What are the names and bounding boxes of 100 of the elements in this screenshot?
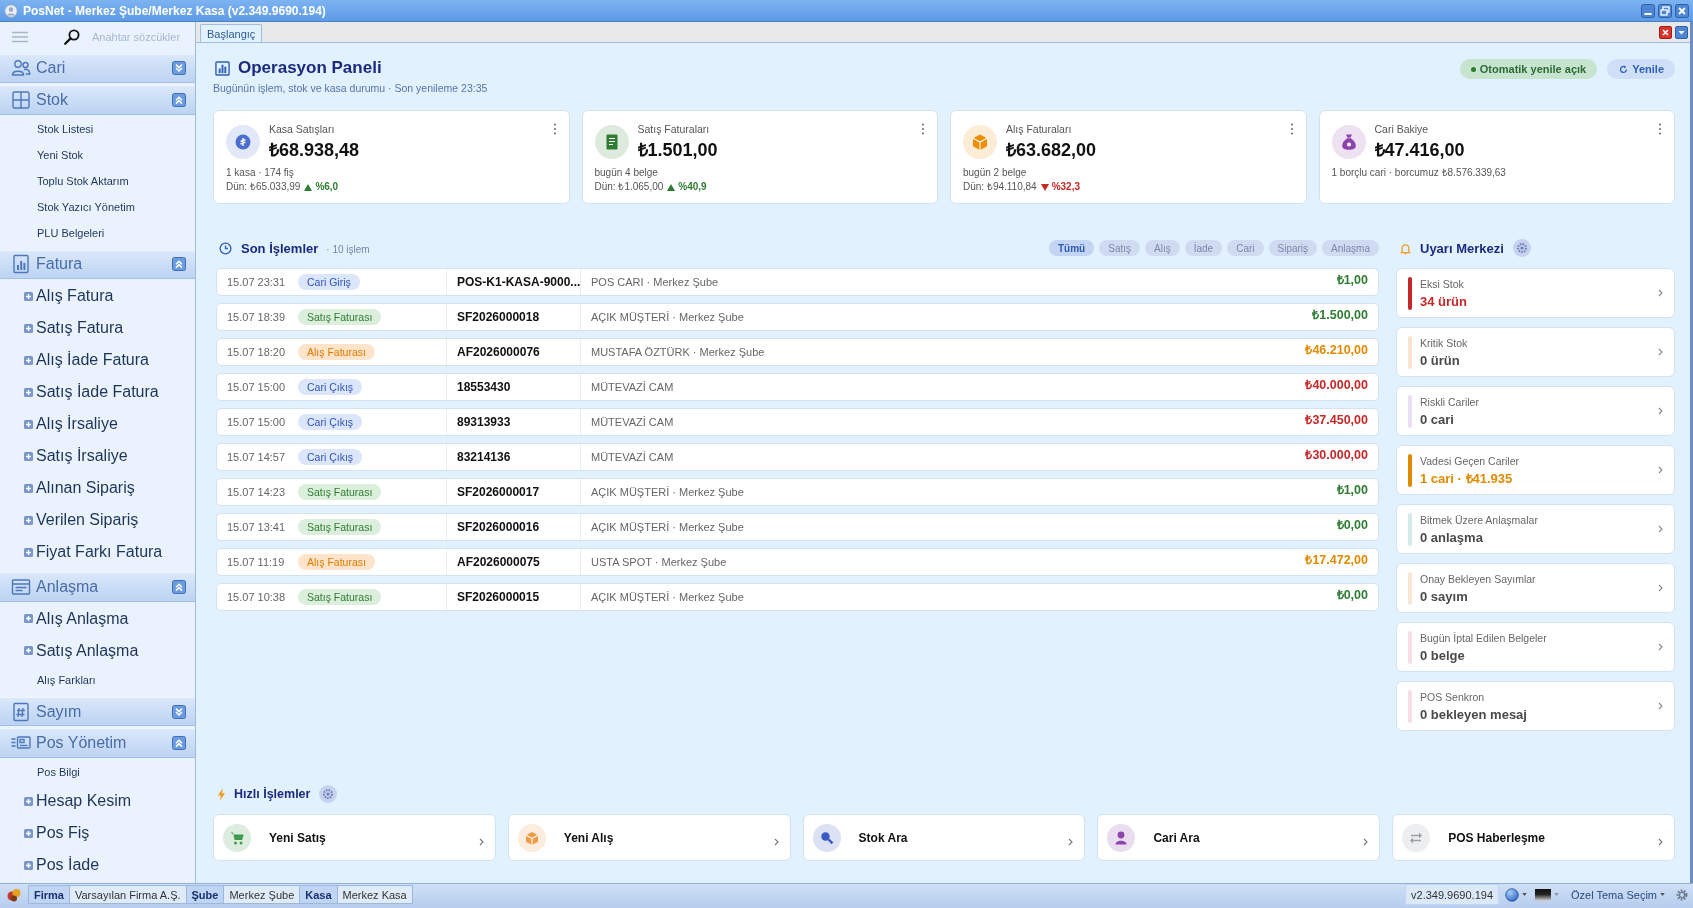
plus-icon <box>24 323 33 333</box>
status-value: Varsayılan Firma A.Ş. <box>68 885 187 904</box>
sidebar-item[interactable]: Yeni Stok <box>0 141 195 168</box>
type-tag: Alış Faturası <box>298 344 375 360</box>
sidebar-group-header[interactable]: Fatura <box>0 249 195 280</box>
document-number: SF2026000018 <box>446 304 580 330</box>
sidebar-item[interactable]: PLU Belgeleri <box>0 219 195 246</box>
sidebar-item[interactable]: Satış İade Fatura <box>0 376 195 409</box>
transaction-amount: ₺46.210,00 <box>1305 342 1368 358</box>
quick-action-button[interactable]: Stok Ara <box>802 814 1086 861</box>
transaction-time: 15.07 18:39 <box>227 311 287 323</box>
type-tag: Satış Faturası <box>298 484 382 500</box>
close-icon[interactable] <box>1659 25 1672 39</box>
status-value: Merkez Şube <box>223 885 301 904</box>
sidebar-group-header[interactable]: Sayım <box>0 696 195 727</box>
settings-icon[interactable] <box>319 785 338 803</box>
transaction-amount: ₺17.472,00 <box>1305 552 1368 568</box>
alert-title: Vadesi Geçen Cariler <box>1420 453 1520 468</box>
sidebar-item[interactable]: Pos Fiş <box>0 817 195 849</box>
more-options-icon[interactable] <box>921 123 925 135</box>
sidebar-item[interactable]: Alış Farkları <box>0 666 195 693</box>
auto-refresh-toggle[interactable]: Otomatik yenile açık <box>1459 59 1598 79</box>
chevron-right-icon[interactable] <box>1658 466 1663 474</box>
box-icon <box>963 124 997 159</box>
app-logo-icon[interactable] <box>6 886 22 903</box>
refresh-button[interactable]: Yenile <box>1607 59 1675 79</box>
document-number: POS-K1-KASA-9000... <box>446 269 580 295</box>
swatch-icon[interactable] <box>1535 888 1551 901</box>
sidebar-item[interactable]: Alış Anlaşma <box>0 602 195 635</box>
sidebar-item[interactable]: Toplu Stok Aktarım <box>0 167 195 194</box>
bar-chart-document-icon <box>11 254 31 275</box>
sidebar-item[interactable]: Alış Fatura <box>0 280 195 313</box>
caret-down-icon[interactable] <box>1522 893 1527 896</box>
sidebar-group-header[interactable]: Anlaşma <box>0 572 195 602</box>
search-field[interactable]: Anahtar sözcükler <box>90 26 190 47</box>
settings-icon[interactable] <box>1675 887 1689 902</box>
chevron-right-icon[interactable] <box>1658 643 1663 651</box>
quick-action-button[interactable]: Yeni Satış <box>213 814 496 861</box>
box-icon <box>517 823 546 852</box>
sidebar-item[interactable]: Alınan Sipariş <box>0 472 195 505</box>
coin-icon <box>226 124 260 159</box>
chevron-right-icon[interactable] <box>1658 702 1663 710</box>
chevron-right-icon[interactable] <box>1658 289 1663 297</box>
quick-action-button[interactable]: Yeni Alış <box>507 814 791 861</box>
dropdown-icon[interactable] <box>1675 25 1688 39</box>
search-icon[interactable] <box>64 28 80 45</box>
sidebar-item[interactable]: Alış İrsaliye <box>0 408 195 441</box>
stat-detail: bugün 4 belge <box>594 166 659 180</box>
sidebar-item[interactable]: Hesap Kesim <box>0 785 195 817</box>
chevron-right-icon[interactable] <box>1658 348 1663 356</box>
change-percent: %6,0 <box>315 180 339 194</box>
stat-detail: bugün 2 belge <box>963 166 1028 180</box>
alert-title: POS Senkron <box>1420 689 1486 704</box>
globe-icon[interactable] <box>1505 887 1519 902</box>
sidebar-group-header[interactable]: Stok <box>0 85 195 115</box>
quick-action-button[interactable]: POS Haberleşme <box>1392 814 1675 861</box>
restore-icon[interactable] <box>1658 3 1672 18</box>
type-tag: Cari Çıkış <box>298 379 363 395</box>
chevron-right-icon[interactable] <box>1658 584 1663 592</box>
plus-icon <box>24 614 33 624</box>
swap-arrows-icon <box>1402 823 1431 852</box>
sidebar-group-header[interactable]: Cari <box>0 53 195 84</box>
boxes-icon <box>11 89 31 110</box>
plus-icon <box>24 387 33 397</box>
sidebar-item[interactable]: Fiyat Farkı Fatura <box>0 536 195 569</box>
sidebar-group-header[interactable]: Pos Yönetim <box>0 728 195 758</box>
more-options-icon[interactable] <box>1658 123 1662 135</box>
sidebar-item[interactable]: Stok Listesi <box>0 115 195 142</box>
more-options-icon[interactable] <box>552 123 557 135</box>
plus-icon <box>24 515 33 525</box>
sidebar-item[interactable]: Satış İrsaliye <box>0 440 195 473</box>
stat-title: Cari Bakiye <box>1374 121 1430 136</box>
refresh-icon <box>1619 64 1629 74</box>
plus-icon <box>24 355 33 365</box>
sidebar-item[interactable]: Satış Fatura <box>0 312 195 345</box>
stat-value: ₺63.682,00 <box>1006 138 1097 162</box>
chevron-right-icon[interactable] <box>1658 407 1663 415</box>
plus-icon <box>24 547 33 557</box>
settings-icon[interactable] <box>1512 239 1531 257</box>
transaction-description: MÜTEVAZİ CAM <box>580 409 1306 435</box>
close-icon[interactable] <box>1675 3 1689 18</box>
minimize-icon[interactable] <box>1641 3 1655 18</box>
comparison-text: Dün: ₺65.033,99 <box>226 180 301 194</box>
transaction-amount: ₺0,00 <box>1336 587 1368 603</box>
sidebar-item[interactable]: Satış Anlaşma <box>0 634 195 667</box>
filter-chip[interactable]: Tümü <box>1049 240 1095 256</box>
transaction-time: 15.07 11:19 <box>227 556 286 568</box>
bar-chart-icon <box>215 60 230 76</box>
tab[interactable]: Başlangıç <box>200 24 263 42</box>
sidebar-item[interactable]: Alış İade Fatura <box>0 344 195 377</box>
more-options-icon[interactable] <box>1289 123 1294 135</box>
chevron-right-icon[interactable] <box>1658 525 1663 533</box>
sidebar-item[interactable]: Verilen Sipariş <box>0 504 195 537</box>
sidebar-item[interactable]: Stok Yazıcı Yönetim <box>0 193 195 220</box>
document-number: 18553430 <box>446 374 580 400</box>
theme-menu[interactable]: Özel Tema Seçim <box>1571 888 1665 901</box>
quick-action-button[interactable]: Cari Ara <box>1097 814 1381 861</box>
sidebar-item[interactable]: Pos İade <box>0 849 195 881</box>
stat-detail: 1 borçlu cari · borcumuz ₺8.576.339,63 <box>1331 166 1507 180</box>
sidebar-item[interactable]: Pos Bilgi <box>0 759 195 785</box>
